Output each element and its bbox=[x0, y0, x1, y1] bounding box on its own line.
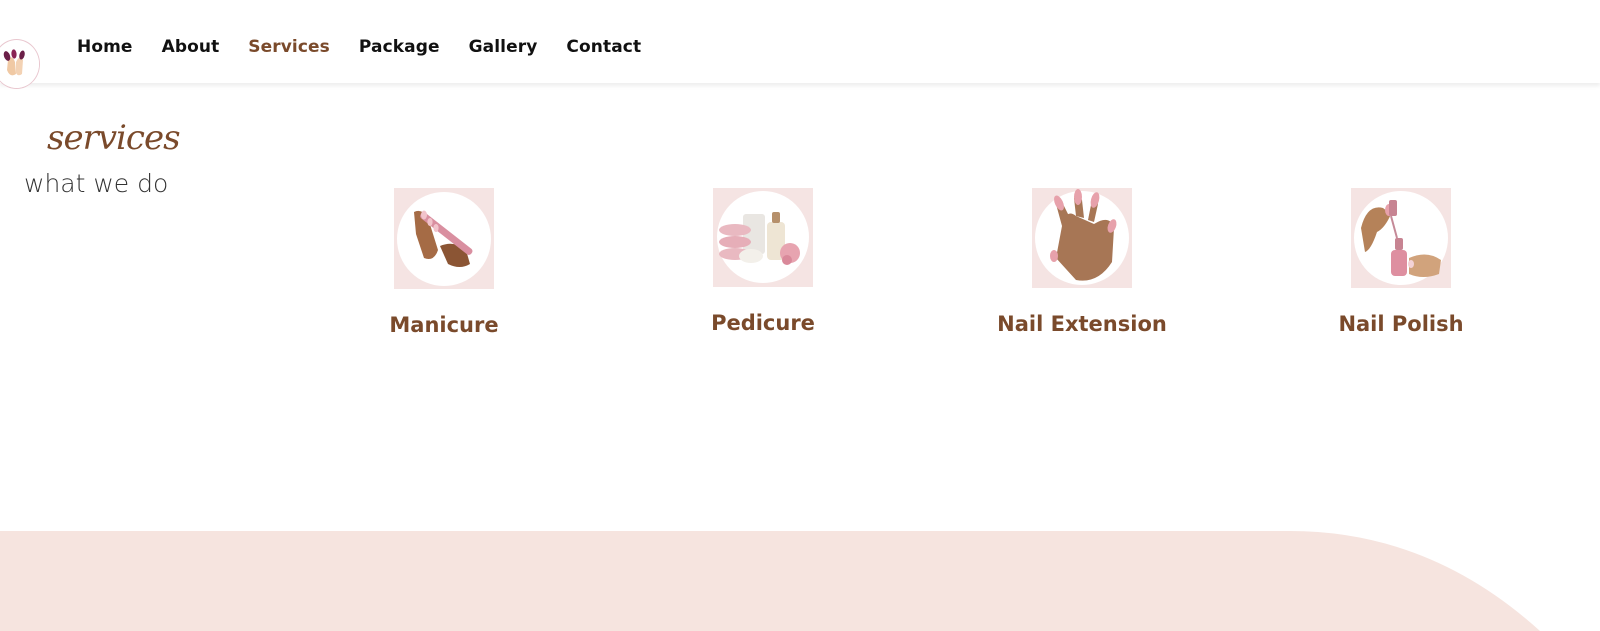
nail-hand-logo-icon[interactable] bbox=[0, 39, 40, 89]
nav-item-about[interactable]: About bbox=[162, 37, 220, 57]
service-card-nail-extension[interactable]: Nail Extension bbox=[952, 188, 1212, 336]
nav-item-gallery[interactable]: Gallery bbox=[469, 37, 538, 57]
pedicure-products-icon bbox=[713, 188, 813, 287]
manicure-file-icon bbox=[394, 188, 494, 289]
decorative-wave-shape bbox=[0, 531, 1540, 631]
service-label: Nail Polish bbox=[1338, 312, 1464, 336]
service-card-nail-polish[interactable]: Nail Polish bbox=[1271, 188, 1531, 336]
service-label: Manicure bbox=[389, 313, 499, 337]
nav-item-contact[interactable]: Contact bbox=[566, 37, 641, 57]
nav-item-home[interactable]: Home bbox=[77, 37, 133, 57]
service-label: Pedicure bbox=[711, 311, 815, 335]
service-label: Nail Extension bbox=[997, 312, 1167, 336]
nail-polish-bottle-icon bbox=[1351, 188, 1451, 288]
section-subtitle: what we do bbox=[24, 169, 169, 198]
nav-item-services[interactable]: Services bbox=[248, 37, 330, 57]
section-script-title: services bbox=[47, 118, 181, 158]
service-card-pedicure[interactable]: Pedicure bbox=[633, 188, 893, 335]
service-card-manicure[interactable]: Manicure bbox=[314, 188, 574, 337]
nav-item-package[interactable]: Package bbox=[359, 37, 440, 57]
site-header: Home About Services Package Gallery Cont… bbox=[0, 0, 1600, 89]
nail-extension-hand-icon bbox=[1032, 188, 1132, 288]
main-nav: Home About Services Package Gallery Cont… bbox=[77, 37, 670, 57]
